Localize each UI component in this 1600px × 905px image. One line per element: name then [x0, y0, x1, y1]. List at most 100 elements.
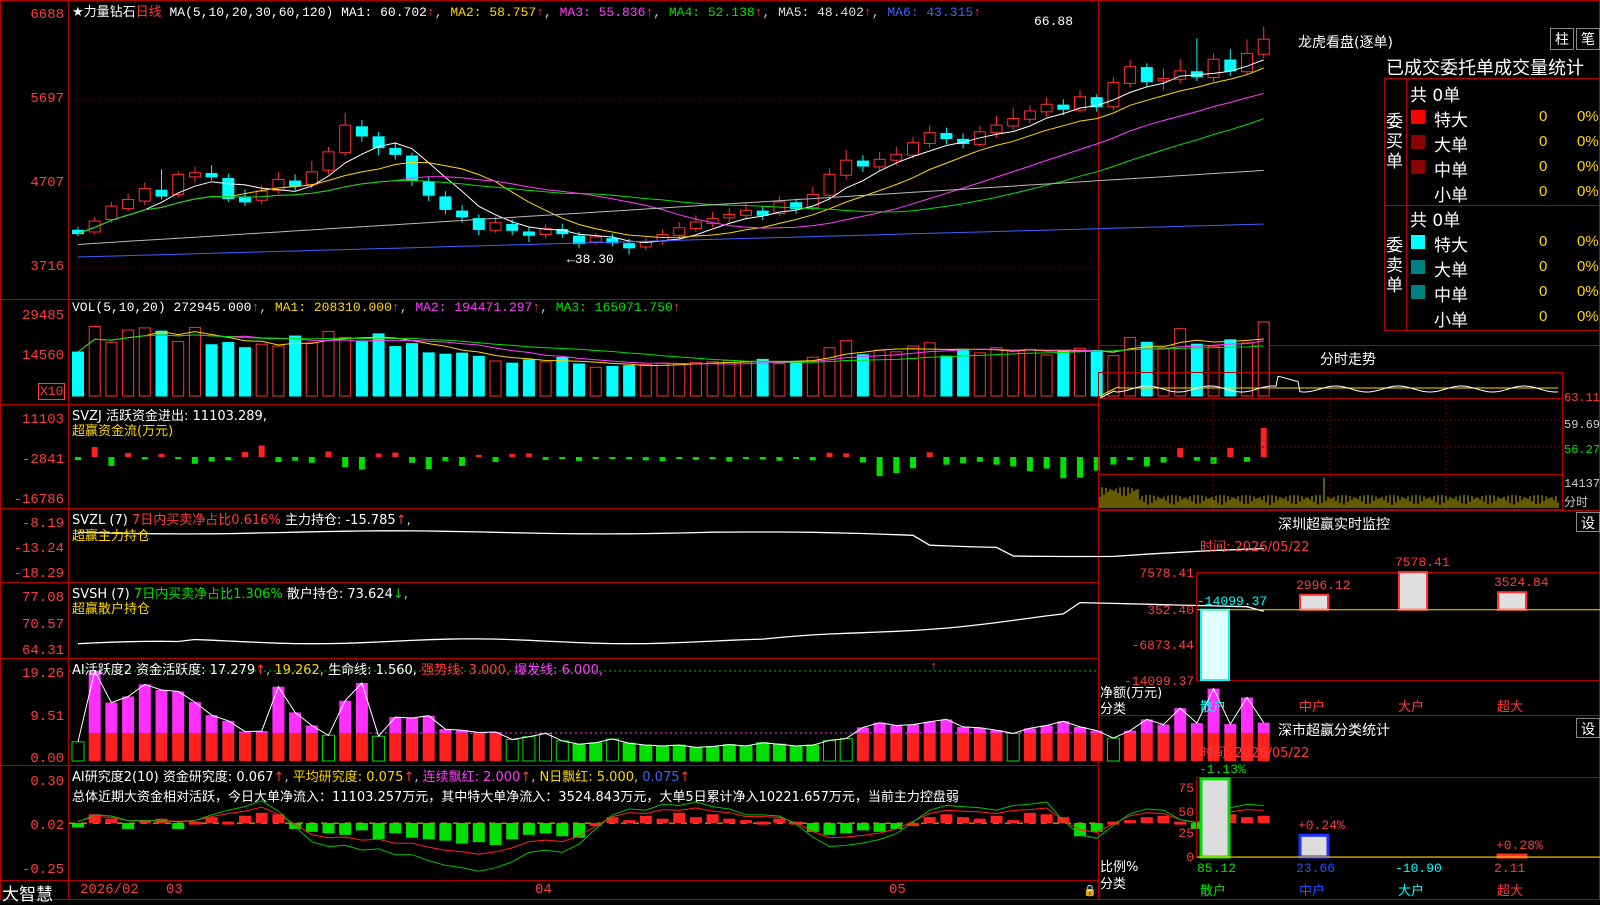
ai2-bar: [423, 823, 435, 839]
date-label-3: 04: [535, 882, 552, 898]
ai2-bar: [573, 823, 585, 838]
ai1-burst-bar: [1191, 723, 1203, 733]
period-label[interactable]: 日线: [136, 5, 162, 20]
volume-bar: [440, 354, 451, 396]
ai2-bar: [773, 819, 785, 823]
candle-body: [1108, 83, 1119, 107]
volume-bar: [590, 367, 601, 396]
low-note: ←38.30: [567, 252, 614, 267]
ma3-value: MA3: 55.836: [560, 5, 646, 20]
order-tabs[interactable]: 已成交委托单成交量统计: [1386, 54, 1584, 80]
ai2-bar: [807, 823, 819, 832]
candle-body: [473, 219, 484, 230]
stats-tick-1: 75: [1160, 781, 1194, 796]
intraday-title: 分时走势: [1320, 349, 1376, 369]
candle-body: [323, 152, 334, 170]
ma-params: MA(5,10,20,30,60,120): [169, 5, 333, 20]
sell-row-count: 0: [1539, 308, 1547, 325]
ai2-bar: [122, 823, 134, 829]
sell-row-swatch: [1411, 260, 1425, 274]
monitor-settings-button[interactable]: 设: [1576, 512, 1600, 532]
ai1-burst-bar: [105, 703, 117, 733]
svzj-bar: [1077, 457, 1083, 478]
intraday-tick-3: 56.27: [1564, 443, 1600, 457]
volume-bar: [857, 355, 868, 396]
svzj-bar: [1227, 448, 1233, 457]
ai2-bar: [840, 823, 852, 833]
ai1-base-bar: [490, 733, 502, 761]
candle-body: [841, 160, 852, 175]
ma-line-6: [78, 224, 1264, 257]
ai1-burst-bar: [122, 697, 134, 733]
sell-row-count: 0: [1539, 258, 1547, 275]
candle-body: [490, 223, 501, 231]
svzj-bar: [1161, 457, 1167, 463]
buy-row-count: 0: [1539, 133, 1547, 150]
ai2-bar: [406, 823, 418, 838]
candle-body: [89, 221, 100, 232]
volume-bar: [891, 352, 902, 396]
volume-bar: [223, 343, 234, 396]
candle-body: [891, 154, 902, 160]
stats-settings-button[interactable]: 设: [1576, 718, 1600, 738]
ai1-burst-bar: [306, 725, 318, 732]
stats-change-label: +0.28%: [1496, 838, 1543, 853]
monitor-value-label: -14099.37: [1197, 594, 1267, 609]
ma-line-5: [78, 170, 1264, 244]
volume-bar: [607, 366, 618, 396]
ai2-bar: [256, 813, 268, 823]
ai1-base-bar: [122, 733, 134, 761]
ai1-burst-bar: [172, 691, 184, 733]
ma4-value: MA4: 52.138: [669, 5, 755, 20]
candle-body: [1158, 78, 1169, 81]
ai1-base-bar: [89, 733, 101, 761]
vol-ma2: MA2: 194471.297: [415, 300, 532, 315]
volume-bar: [724, 360, 735, 396]
volume-bar: [574, 364, 585, 396]
ai2-bar: [623, 820, 635, 823]
ai1-base-bar: [1158, 733, 1170, 761]
stats-tick-4: 0: [1160, 850, 1194, 865]
candle-body: [306, 172, 317, 185]
stock-name[interactable]: ★力量钻石: [72, 5, 136, 20]
ai1-burst-bar: [89, 671, 101, 733]
volume-bar: [1208, 346, 1219, 396]
lock-icon[interactable]: 🔒: [1083, 884, 1097, 898]
price-tick-2: 5697: [2, 91, 64, 107]
ai2-bar: [657, 819, 669, 823]
volume-bar: [1075, 348, 1086, 396]
app-logo: 大智慧: [2, 880, 53, 905]
volume-bar: [390, 347, 401, 396]
ai2-bar: [924, 817, 936, 823]
candle-body: [156, 190, 167, 196]
stats-tick-3: 25: [1160, 826, 1194, 841]
volume-bar: [507, 363, 518, 396]
ai2-bar: [1241, 817, 1253, 823]
ai1-bar: [72, 742, 84, 761]
ai1-bar: [323, 735, 335, 761]
buy-row-count: 0: [1539, 108, 1547, 125]
svzj-bar: [760, 457, 766, 460]
date-label-2: 03: [166, 882, 183, 898]
candle-body: [1258, 39, 1269, 54]
tick-view-button[interactable]: 笔: [1576, 28, 1600, 50]
svzj-bar: [927, 452, 933, 457]
candle-body: [1225, 60, 1236, 71]
ai2-bar: [490, 823, 502, 845]
svzj-bar: [1211, 457, 1217, 464]
column-view-button[interactable]: 柱: [1550, 28, 1574, 50]
candle-body: [407, 156, 418, 180]
volume-bar: [240, 348, 251, 396]
ai1-burst-bar: [389, 717, 401, 733]
volume-bar: [540, 362, 551, 396]
candle-body: [457, 211, 468, 217]
terminal-window: 6688 5697 4707 3716 29485 14560 X10 1110…: [0, 0, 1600, 900]
svzj-bar: [626, 457, 632, 459]
ai1-burst-bar: [406, 718, 418, 733]
svzj-bar: [893, 457, 899, 473]
sell-row-label: 中单: [1434, 281, 1468, 306]
ai1-base-bar: [974, 733, 986, 761]
candle-body: [340, 125, 351, 153]
buy-total: 共 0单: [1410, 81, 1460, 106]
candle-body: [724, 214, 735, 217]
